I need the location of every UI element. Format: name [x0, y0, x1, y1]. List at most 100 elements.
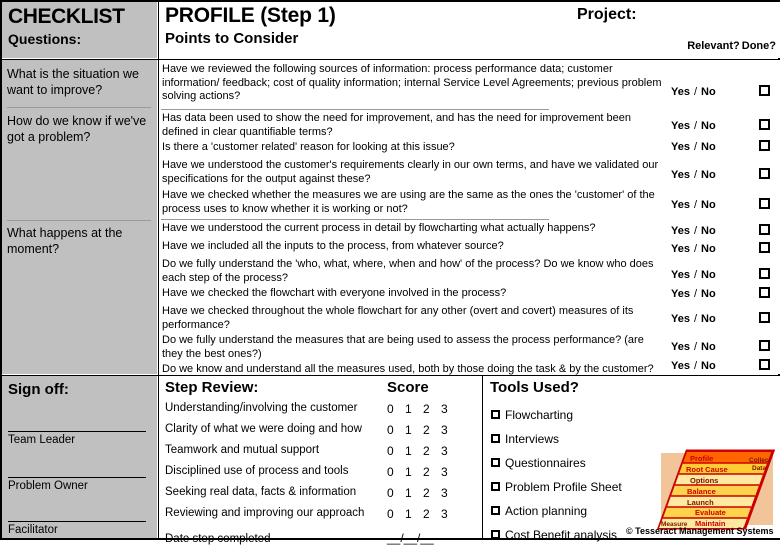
score-options[interactable]: 0123 — [387, 465, 459, 479]
tool-option[interactable]: Problem Profile Sheet — [491, 480, 622, 494]
tool-option[interactable]: Action planning — [491, 504, 587, 518]
done-checkbox[interactable] — [759, 287, 770, 298]
score-option-2[interactable]: 2 — [423, 465, 441, 479]
score-option-0[interactable]: 0 — [387, 507, 405, 521]
done-checkbox[interactable] — [759, 268, 770, 279]
relevance-yes-no[interactable]: Yes / No — [671, 141, 716, 153]
score-option-3[interactable]: 3 — [441, 444, 459, 458]
point-divider — [161, 219, 549, 220]
done-checkbox[interactable] — [759, 168, 770, 179]
score-options[interactable]: 0123 — [387, 444, 459, 458]
score-option-2[interactable]: 2 — [423, 507, 441, 521]
relevance-yes-no[interactable]: Yes / No — [671, 120, 716, 132]
done-checkbox[interactable] — [759, 340, 770, 351]
no-option[interactable]: No — [701, 199, 716, 211]
done-checkbox[interactable] — [759, 312, 770, 323]
score-option-1[interactable]: 1 — [405, 444, 423, 458]
score-option-0[interactable]: 0 — [387, 486, 405, 500]
done-checkbox[interactable] — [759, 224, 770, 235]
score-option-3[interactable]: 3 — [441, 402, 459, 416]
no-option[interactable]: No — [701, 243, 716, 255]
no-option[interactable]: No — [701, 225, 716, 237]
done-checkbox[interactable] — [759, 359, 770, 370]
relevance-yes-no[interactable]: Yes / No — [671, 169, 716, 181]
yes-option[interactable]: Yes — [671, 199, 690, 211]
signature-line[interactable] — [8, 521, 146, 522]
relevance-yes-no[interactable]: Yes / No — [671, 269, 716, 281]
score-options[interactable]: 0123 — [387, 486, 459, 500]
tool-label: Questionnaires — [505, 456, 586, 470]
tool-checkbox[interactable] — [491, 530, 500, 539]
point-item: Is there a 'customer related' reason for… — [162, 141, 455, 153]
no-option[interactable]: No — [701, 269, 716, 281]
no-option[interactable]: No — [701, 141, 716, 153]
yes-option[interactable]: Yes — [671, 169, 690, 181]
score-option-3[interactable]: 3 — [441, 507, 459, 521]
score-options[interactable]: 0123 — [387, 402, 459, 416]
tool-checkbox[interactable] — [491, 458, 500, 467]
score-option-1[interactable]: 1 — [405, 507, 423, 521]
signature-line[interactable] — [8, 477, 146, 478]
yes-option[interactable]: Yes — [671, 120, 690, 132]
date-completed-field[interactable]: __/__/__ — [387, 531, 434, 545]
done-checkbox[interactable] — [759, 198, 770, 209]
score-option-2[interactable]: 2 — [423, 402, 441, 416]
no-option[interactable]: No — [701, 86, 716, 98]
relevance-yes-no[interactable]: Yes / No — [671, 225, 716, 237]
no-option[interactable]: No — [701, 169, 716, 181]
done-checkbox[interactable] — [759, 242, 770, 253]
no-option[interactable]: No — [701, 313, 716, 325]
score-option-2[interactable]: 2 — [423, 444, 441, 458]
score-options[interactable]: 0123 — [387, 507, 459, 521]
no-option[interactable]: No — [701, 120, 716, 132]
relevance-yes-no[interactable]: Yes / No — [671, 313, 716, 325]
relevance-yes-no[interactable]: Yes / No — [671, 341, 716, 353]
score-option-2[interactable]: 2 — [423, 486, 441, 500]
score-option-3[interactable]: 3 — [441, 465, 459, 479]
tool-option[interactable]: Flowcharting — [491, 408, 573, 422]
step-review-section: Step Review: Score Understanding/involvi… — [159, 376, 481, 545]
relevance-yes-no[interactable]: Yes / No — [671, 288, 716, 300]
tool-checkbox[interactable] — [491, 482, 500, 491]
relevance-yes-no[interactable]: Yes / No — [671, 243, 716, 255]
score-option-0[interactable]: 0 — [387, 423, 405, 437]
yes-option[interactable]: Yes — [671, 341, 690, 353]
score-option-1[interactable]: 1 — [405, 423, 423, 437]
yes-option[interactable]: Yes — [671, 313, 690, 325]
score-option-0[interactable]: 0 — [387, 402, 405, 416]
score-option-1[interactable]: 1 — [405, 465, 423, 479]
relevance-yes-no[interactable]: Yes / No — [671, 360, 716, 372]
svg-text:Evaluate: Evaluate — [695, 508, 726, 517]
score-options[interactable]: 0123 — [387, 423, 459, 437]
done-checkbox[interactable] — [759, 119, 770, 130]
no-option[interactable]: No — [701, 341, 716, 353]
score-option-3[interactable]: 3 — [441, 486, 459, 500]
score-option-1[interactable]: 1 — [405, 402, 423, 416]
score-option-0[interactable]: 0 — [387, 465, 405, 479]
done-checkbox[interactable] — [759, 140, 770, 151]
tool-checkbox[interactable] — [491, 434, 500, 443]
score-option-3[interactable]: 3 — [441, 423, 459, 437]
yes-option[interactable]: Yes — [671, 288, 690, 300]
yes-option[interactable]: Yes — [671, 141, 690, 153]
tool-option[interactable]: Questionnaires — [491, 456, 586, 470]
yes-option[interactable]: Yes — [671, 225, 690, 237]
yes-option[interactable]: Yes — [671, 360, 690, 372]
yes-option[interactable]: Yes — [671, 86, 690, 98]
done-label: Done? — [741, 40, 776, 52]
tool-label: Interviews — [505, 432, 560, 446]
score-option-1[interactable]: 1 — [405, 486, 423, 500]
signature-line[interactable] — [8, 431, 146, 432]
relevance-yes-no[interactable]: Yes / No — [671, 199, 716, 211]
tool-checkbox[interactable] — [491, 410, 500, 419]
score-option-2[interactable]: 2 — [423, 423, 441, 437]
no-option[interactable]: No — [701, 360, 716, 372]
tool-option[interactable]: Interviews — [491, 432, 559, 446]
done-checkbox[interactable] — [759, 85, 770, 96]
no-option[interactable]: No — [701, 288, 716, 300]
yes-option[interactable]: Yes — [671, 269, 690, 281]
yes-option[interactable]: Yes — [671, 243, 690, 255]
tool-checkbox[interactable] — [491, 506, 500, 515]
relevance-yes-no[interactable]: Yes / No — [671, 86, 716, 98]
score-option-0[interactable]: 0 — [387, 444, 405, 458]
